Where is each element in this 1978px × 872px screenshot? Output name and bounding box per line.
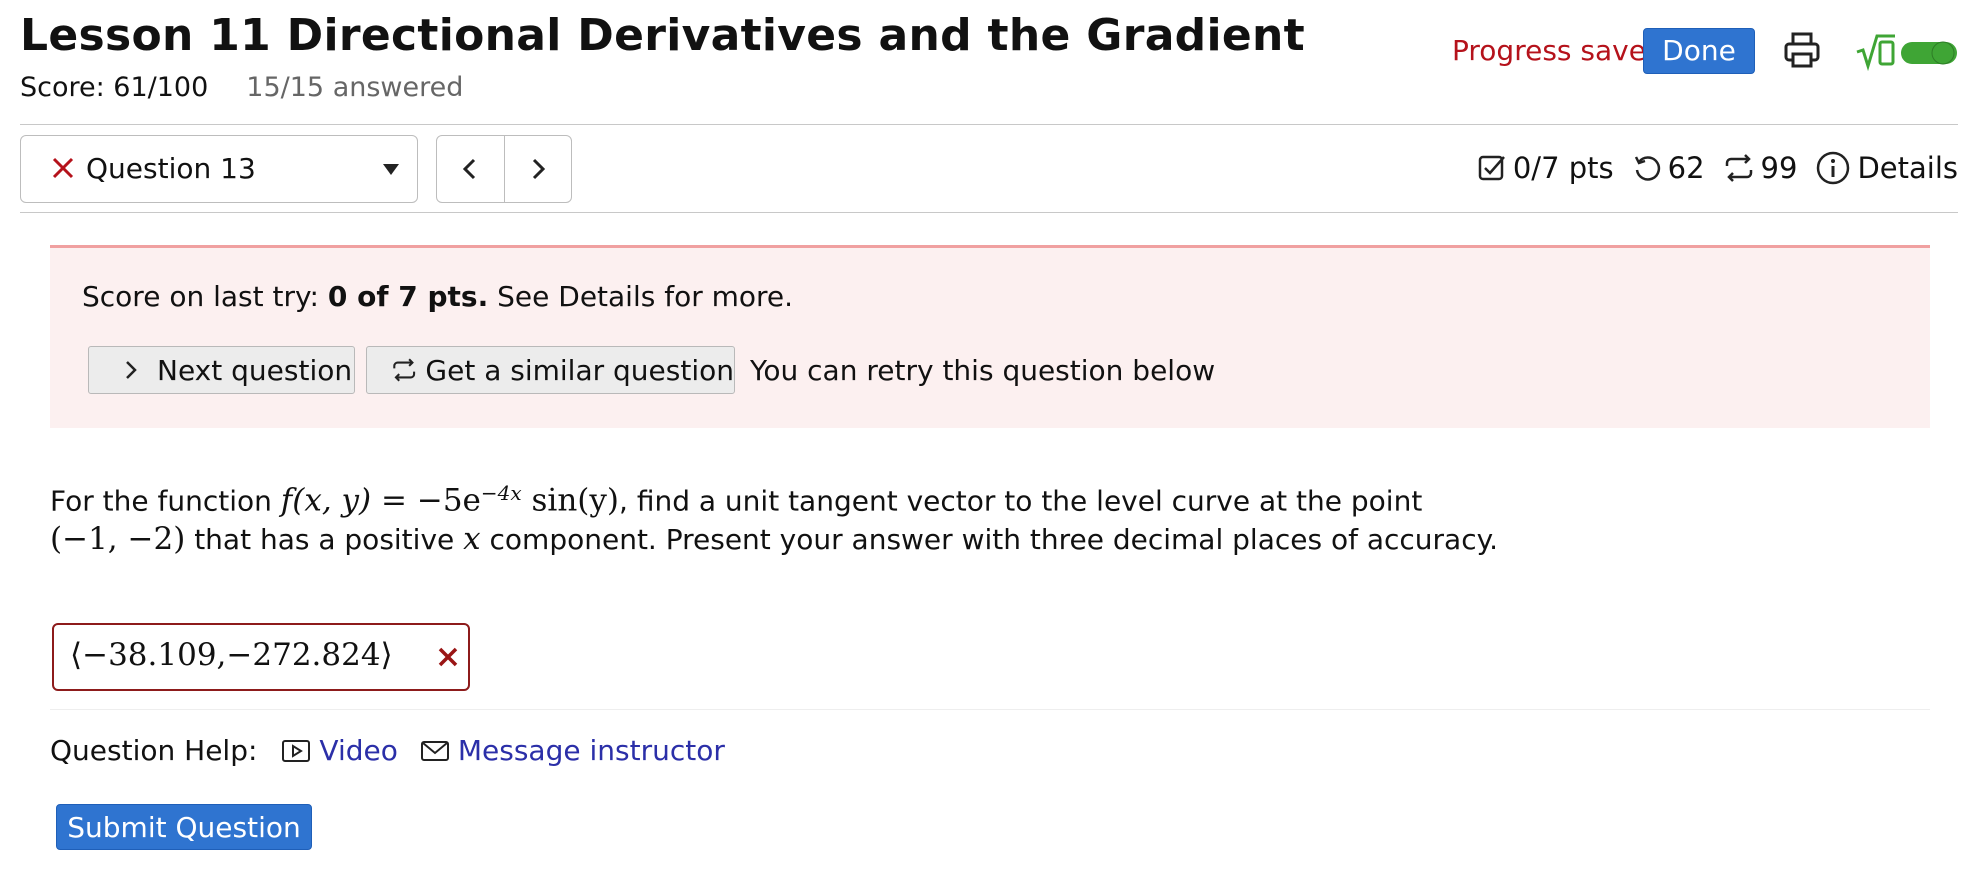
chevron-right-icon (126, 361, 137, 379)
nav-divider (20, 212, 1958, 213)
envelope-icon (420, 740, 449, 761)
details-button[interactable]: Details (1815, 150, 1958, 186)
problem-text-intro: For the function (50, 484, 281, 518)
score-text: Score: 61/100 (20, 72, 209, 103)
problem-point: (−1, −2) (50, 521, 186, 558)
variable-x: x (463, 521, 481, 558)
problem-text-precision: component. Present your answer with thre… (480, 523, 1499, 557)
previous-question-button[interactable] (437, 136, 504, 202)
next-question-label: Next question (157, 353, 353, 387)
function-coefficient: = −5e (371, 482, 481, 519)
chevron-left-icon (463, 158, 476, 180)
score-summary: Score: 61/100 15/15 answered (20, 72, 463, 103)
points-text: 0/7 pts (1512, 151, 1614, 185)
undo-icon (1634, 156, 1660, 181)
versions-count: 99 (1760, 151, 1798, 185)
info-icon (1817, 151, 1850, 185)
answered-count: 15/15 answered (246, 72, 464, 103)
section-divider (50, 709, 1930, 710)
similar-question-button[interactable]: Get a similar question (366, 346, 735, 394)
next-question-button[interactable]: Next question (88, 346, 355, 394)
header-divider (20, 124, 1958, 125)
message-instructor-link[interactable]: Message instructor (420, 734, 725, 767)
score-suffix: See Details for more. (488, 280, 794, 313)
function-exponent: −4x (480, 481, 522, 505)
page-title: Lesson 11 Directional Derivatives and th… (20, 10, 1305, 61)
problem-statement: For the function f(x, y) = −5e−4x sin(y)… (50, 474, 1550, 559)
printer-icon[interactable] (1782, 30, 1822, 70)
x-mark-icon (52, 157, 74, 179)
repeat-icon (393, 358, 416, 382)
question-meta: 0/7 pts 62 99 Details (1477, 150, 1958, 186)
checkbox-icon (1478, 155, 1505, 181)
retries-indicator: 62 (1632, 151, 1705, 185)
retries-count: 62 (1667, 151, 1705, 185)
video-link-label: Video (319, 734, 398, 767)
video-icon (282, 739, 311, 762)
problem-text-condition: that has a positive (185, 523, 464, 557)
question-selector-label: Question 13 (86, 152, 256, 185)
function-sine-term: sin(y) (521, 482, 620, 519)
problem-text-task: , find a unit tangent vector to the leve… (619, 484, 1423, 518)
submit-question-button[interactable]: Submit Question (56, 804, 312, 850)
similar-question-label: Get a similar question (425, 353, 734, 387)
versions-indicator: 99 (1723, 151, 1798, 185)
repeat-icon (1725, 154, 1752, 182)
question-pager (436, 135, 572, 203)
done-button[interactable]: Done (1643, 28, 1755, 74)
score-prefix: Score on last try: (82, 280, 328, 313)
question-help: Question Help: Video Message instructor (50, 734, 725, 767)
message-instructor-label: Message instructor (457, 734, 725, 767)
next-question-arrow-button[interactable] (503, 136, 572, 202)
progress-saved-status: Progress saved (1452, 34, 1664, 67)
caret-down-icon (383, 164, 399, 175)
chevron-right-icon (532, 158, 545, 180)
score-bold: 0 of 7 pts. (327, 280, 489, 313)
last-try-alert: Score on last try: 0 of 7 pts. See Detai… (50, 245, 1930, 428)
retry-message: You can retry this question below (750, 354, 1216, 387)
last-try-score-text: Score on last try: 0 of 7 pts. See Detai… (82, 280, 793, 313)
sqrt-zero-toggle-icon[interactable] (1855, 30, 1959, 74)
incorrect-x-icon (438, 647, 458, 667)
help-label: Question Help: (50, 734, 258, 767)
question-selector[interactable]: Question 13 (20, 135, 418, 203)
answer-value: ⟨−38.109,−272.824⟩ (70, 637, 393, 673)
answer-input[interactable]: ⟨−38.109,−272.824⟩ (52, 623, 470, 691)
function-lhs: f(x, y) (280, 482, 372, 519)
details-label: Details (1857, 151, 1958, 185)
video-link[interactable]: Video (281, 734, 398, 767)
points-indicator: 0/7 pts (1477, 151, 1614, 185)
